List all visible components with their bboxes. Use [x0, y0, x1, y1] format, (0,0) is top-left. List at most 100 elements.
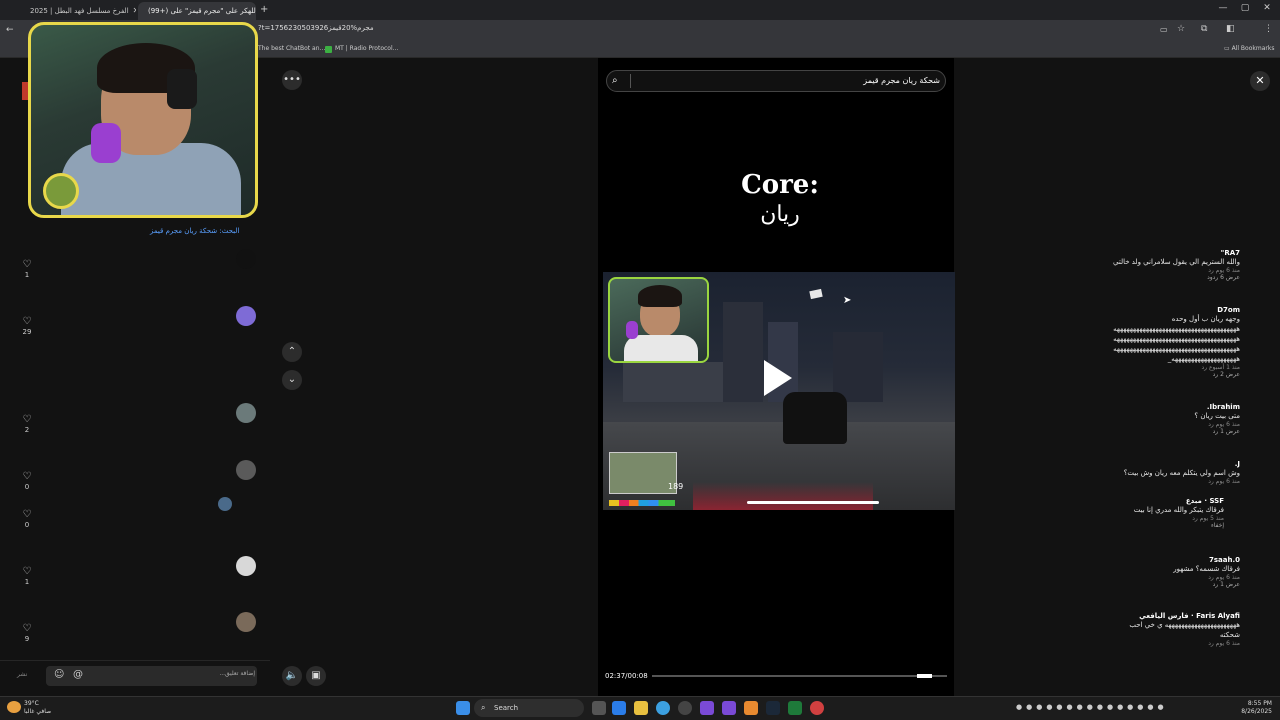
menu-icon[interactable]: ⋮ [1264, 24, 1273, 34]
hide-replies-link[interactable]: إخفاء [1134, 522, 1224, 529]
pip-icon[interactable]: ▣ [306, 666, 326, 686]
comment-text: فرقاك شسمه؟ مشهور [1173, 565, 1240, 573]
app-icon[interactable] [678, 701, 692, 715]
logo-badge-icon [43, 173, 79, 209]
tab-2[interactable]: (99+) اللهكر على "مجرم قيمز" على... ✕ [138, 2, 256, 20]
volume-icon[interactable]: 🔈 [282, 666, 302, 686]
comment-input-placeholder[interactable]: إضافة تعليق... [60, 670, 255, 677]
avatar[interactable] [236, 612, 256, 632]
heart-icon[interactable]: ♡ [20, 259, 34, 270]
comment: 7saah.0 فرقاك شسمه؟ مشهور منذ 6 يوم رد ع… [1173, 556, 1240, 588]
app-icon[interactable] [700, 701, 714, 715]
comment-username[interactable]: SSF · مبدع [1134, 497, 1224, 505]
chevron-up-icon[interactable]: ⌃ [282, 342, 302, 362]
comment-username[interactable]: J. [1124, 460, 1240, 468]
all-bookmarks[interactable]: ▭ All Bookmarks [1224, 45, 1274, 52]
new-tab-button[interactable]: + [260, 4, 268, 15]
bookmark-chatbot[interactable]: The best ChatBot an... [258, 45, 325, 52]
close-window-button[interactable]: ✕ [1256, 3, 1278, 13]
comment-meta[interactable]: منذ 6 يوم رد [1194, 421, 1240, 428]
more-options-icon[interactable]: ••• [282, 70, 302, 90]
folder-icon: ▭ [1224, 45, 1232, 52]
copilot-icon[interactable] [612, 701, 626, 715]
comment: J. وش اسم ولي يتكلم معه ريان وش بيت؟ منذ… [1124, 460, 1240, 485]
seek-bar[interactable] [652, 675, 947, 677]
emoji-icon[interactable]: ☺ [54, 669, 64, 680]
comment-meta[interactable]: منذ 6 يوم رد [1113, 267, 1240, 274]
close-icon[interactable]: ✕ [133, 3, 136, 19]
clock-time: 8:55 PM [1247, 700, 1272, 707]
video-title: Core: [741, 170, 819, 200]
clock[interactable]: 8:55 PM 8/26/2025 [1240, 700, 1272, 716]
comment-username[interactable]: RA7" [1113, 249, 1240, 257]
like-count: 0 [24, 483, 30, 491]
heart-icon[interactable]: ♡ [20, 566, 34, 577]
comment-text: وش اسم ولي يتكلم معه ريان وش بيت؟ [1123, 469, 1240, 477]
heart-icon[interactable]: ♡ [20, 471, 34, 482]
video-search-value[interactable]: شحكة ريان مجرم قيمز [640, 76, 940, 85]
chevron-down-icon[interactable]: ⌄ [282, 370, 302, 390]
comment-meta[interactable]: منذ 5 يوم رد [1134, 515, 1224, 522]
streamer-pip [608, 277, 709, 363]
play-icon[interactable] [764, 360, 792, 396]
comment-meta[interactable]: منذ 6 يوم رد [1129, 640, 1240, 647]
close-icon[interactable]: ✕ [1250, 71, 1270, 91]
comment-meta[interactable]: منذ 6 يوم رد [1173, 574, 1240, 581]
weather-icon [7, 701, 21, 713]
back-arrow-icon[interactable]: ← [6, 25, 14, 35]
comment-meta[interactable]: منذ 1 أسبوع رد [1113, 364, 1241, 371]
url-input[interactable]: ?t=1756230503926مجرم%20قيمز [258, 24, 374, 32]
heart-icon[interactable]: ♡ [20, 414, 34, 425]
chrome-icon[interactable] [656, 701, 670, 715]
file-explorer-icon[interactable] [634, 701, 648, 715]
avatar[interactable] [236, 460, 256, 480]
sidebar-icon[interactable]: ◧ [1226, 24, 1235, 34]
avatar[interactable] [236, 306, 256, 326]
avatar[interactable] [218, 497, 232, 511]
search-icon[interactable]: ⌕ [612, 75, 618, 86]
comment-username[interactable]: D7om [1113, 306, 1240, 314]
comment-text: ههههههههههههههههههههههههههههههههههههههه [1113, 335, 1240, 343]
app-icon[interactable] [744, 701, 758, 715]
avatar[interactable] [236, 556, 256, 576]
seek-bar-fill[interactable] [917, 674, 933, 678]
comment-text: ههههههههههههههههههههه_ [1167, 355, 1240, 363]
comment-username[interactable]: Faris Alyafi · فارس اليافعي [1129, 612, 1240, 620]
tab-1[interactable]: 2025 | الفرخ مسلسل فهد البطل ✕ [20, 2, 136, 20]
view-replies-link[interactable]: عرض 6 ردود [1113, 274, 1240, 281]
avatar[interactable] [236, 249, 256, 269]
maximize-button[interactable]: ▢ [1234, 3, 1256, 13]
heart-icon[interactable]: ♡ [20, 623, 34, 634]
steam-icon[interactable] [766, 701, 780, 715]
search-note[interactable]: البحث: شحكة ريان مجرم قيمز [150, 227, 239, 235]
comment-username[interactable]: 7saah.0 [1173, 556, 1240, 564]
heart-icon[interactable]: ♡ [20, 316, 34, 327]
system-tray-icons[interactable]: ●●●●●●●●●●●●●●● [1016, 703, 1168, 711]
avatar[interactable] [236, 403, 256, 423]
app-icon[interactable] [810, 701, 824, 715]
extensions-icon[interactable]: ⧉ [1201, 24, 1207, 34]
view-replies-link[interactable]: عرض 2 رد [1113, 371, 1240, 378]
video-swipe-bar [747, 501, 879, 504]
bookmark-radio-protocol[interactable]: MT | Radio Protocol... [335, 45, 398, 52]
weather-desc: صافي غالبا [24, 708, 52, 715]
star-icon[interactable]: ☆ [1177, 24, 1185, 34]
mention-icon[interactable]: @ [73, 669, 83, 680]
comment-text: والله الستريم الي يقول سلامراني ولد خالت… [1113, 258, 1240, 266]
minimize-button[interactable]: — [1212, 3, 1234, 13]
app-icon[interactable] [722, 701, 736, 715]
windows-start-icon[interactable] [456, 701, 470, 715]
cast-icon[interactable]: ▭ [1160, 25, 1168, 34]
view-replies-link[interactable]: عرض 1 رد [1173, 581, 1240, 588]
comment-meta[interactable]: منذ 6 يوم رد [1124, 478, 1240, 485]
comment-username[interactable]: Ibrahim. [1194, 403, 1240, 411]
taskbar-search[interactable] [474, 699, 584, 717]
comment-text: ههههههههههههههههههههههههههههههههههههههه [1113, 325, 1240, 333]
task-view-icon[interactable] [592, 701, 606, 715]
view-replies-link[interactable]: عرض 1 رد [1194, 428, 1240, 435]
heart-icon[interactable]: ♡ [20, 509, 34, 520]
post-button[interactable]: نشر [17, 671, 27, 678]
comment: RA7" والله الستريم الي يقول سلامراني ولد… [1113, 249, 1240, 281]
weather-widget[interactable]: 39°C صافي غالبا [24, 700, 51, 716]
excel-icon[interactable] [788, 701, 802, 715]
